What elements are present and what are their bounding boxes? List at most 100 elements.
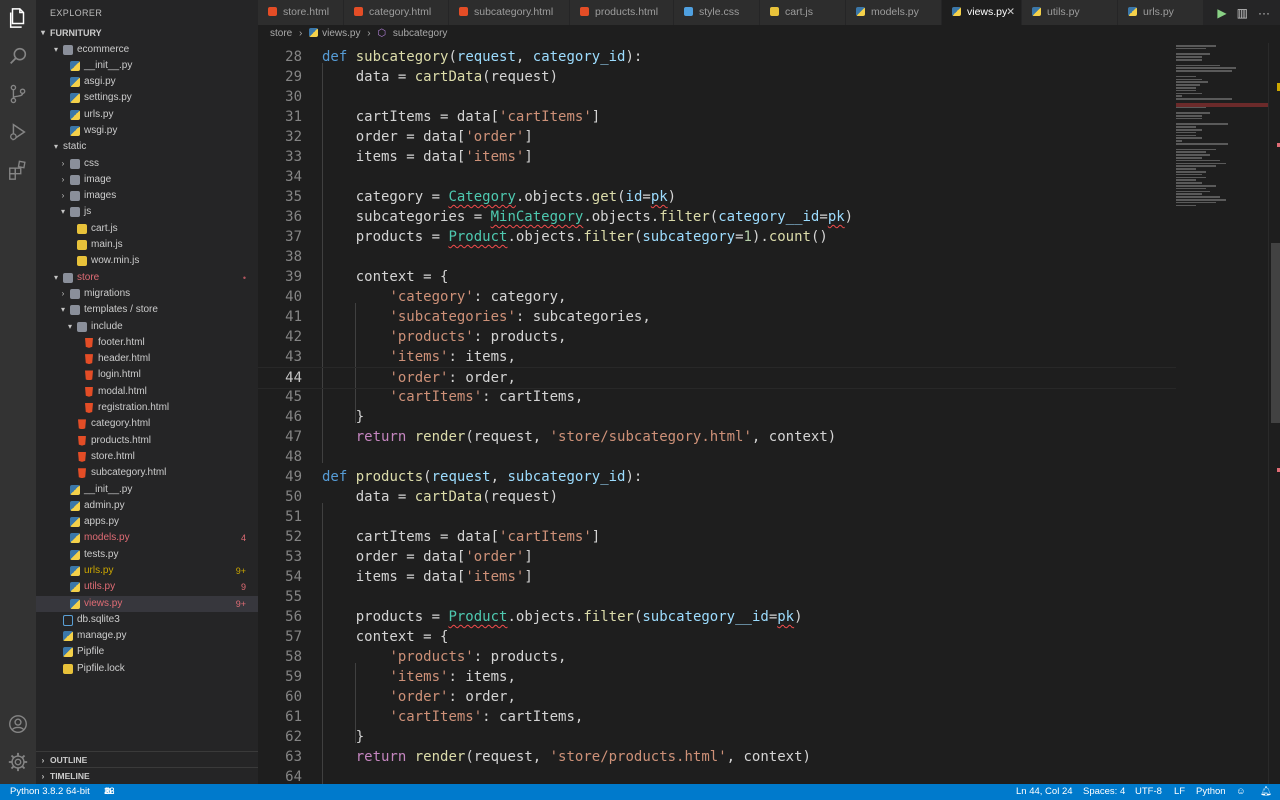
code-line[interactable]: 43 'items': items, bbox=[258, 347, 1268, 367]
code-line[interactable]: 33 items = data['items'] bbox=[258, 147, 1268, 167]
file-item[interactable]: products.html bbox=[36, 433, 258, 449]
code-line[interactable]: 35 category = Category.objects.get(id=pk… bbox=[258, 187, 1268, 207]
cursor-position[interactable]: Ln 44, Col 24 bbox=[1016, 784, 1073, 800]
editor-tab[interactable]: products.html bbox=[570, 0, 674, 25]
run-debug-icon[interactable] bbox=[6, 120, 30, 144]
code-line[interactable]: 30 bbox=[258, 87, 1268, 107]
file-item[interactable]: header.html bbox=[36, 351, 258, 367]
folder-item[interactable]: ▾ static bbox=[36, 139, 258, 155]
breadcrumb-folder[interactable]: store bbox=[270, 28, 292, 39]
folder-item[interactable]: ▾ js bbox=[36, 204, 258, 220]
file-item[interactable]: manage.py bbox=[36, 628, 258, 644]
code-line[interactable]: 64 bbox=[258, 767, 1268, 784]
feedback-icon[interactable]: ☺ bbox=[1236, 784, 1246, 800]
encoding[interactable]: UTF-8 bbox=[1135, 784, 1162, 800]
code-line[interactable]: 37 products = Product.objects.filter(sub… bbox=[258, 227, 1268, 247]
workspace-root[interactable]: ▾ FURNITURY bbox=[36, 25, 258, 41]
editor-tab[interactable]: urls.py bbox=[1118, 0, 1204, 25]
code-line[interactable]: 53 order = data['order'] bbox=[258, 547, 1268, 567]
file-item[interactable]: models.py 4 bbox=[36, 530, 258, 546]
code-line[interactable]: 36 subcategories = MinCategory.objects.f… bbox=[258, 207, 1268, 227]
code-line[interactable]: 39 context = { bbox=[258, 267, 1268, 287]
code-line[interactable]: 52 cartItems = data['cartItems'] bbox=[258, 527, 1268, 547]
file-item[interactable]: footer.html bbox=[36, 335, 258, 351]
more-actions-icon[interactable]: ··· bbox=[1258, 6, 1270, 20]
editor-tab[interactable]: subcategory.html bbox=[449, 0, 570, 25]
scrollbar-thumb[interactable] bbox=[1271, 243, 1280, 423]
notifications-bell-icon[interactable]: 🔔︎ bbox=[1260, 784, 1272, 800]
file-item[interactable]: utils.py 9 bbox=[36, 579, 258, 595]
code-line[interactable]: 62 } bbox=[258, 727, 1268, 747]
file-item[interactable]: Pipfile.lock bbox=[36, 661, 258, 677]
code-line[interactable]: 42 'products': products, bbox=[258, 327, 1268, 347]
code-line[interactable]: 38 bbox=[258, 247, 1268, 267]
file-item[interactable]: db.sqlite3 bbox=[36, 612, 258, 628]
language-mode[interactable]: Python bbox=[1196, 784, 1226, 800]
file-item[interactable]: __init__.py bbox=[36, 58, 258, 74]
folder-item[interactable]: ▾ templates / store bbox=[36, 302, 258, 318]
file-item[interactable]: cart.js bbox=[36, 221, 258, 237]
folder-item[interactable]: ▾ store • bbox=[36, 270, 258, 286]
breadcrumb-symbol[interactable]: subcategory bbox=[393, 28, 447, 39]
file-item[interactable]: settings.py bbox=[36, 90, 258, 106]
code-line[interactable]: 31 cartItems = data['cartItems'] bbox=[258, 107, 1268, 127]
editor-tab[interactable]: cart.js bbox=[760, 0, 846, 25]
code-editor[interactable]: 28 def subcategory(request, category_id):… bbox=[258, 43, 1268, 784]
code-line[interactable]: 32 order = data['order'] bbox=[258, 127, 1268, 147]
run-icon[interactable]: ▶ bbox=[1217, 6, 1226, 20]
file-item[interactable]: urls.py 9+ bbox=[36, 563, 258, 579]
code-line[interactable]: 60 'order': order, bbox=[258, 687, 1268, 707]
code-line[interactable]: 58 'products': products, bbox=[258, 647, 1268, 667]
file-item[interactable]: Pipfile bbox=[36, 644, 258, 660]
file-item[interactable]: __init__.py bbox=[36, 482, 258, 498]
code-line[interactable]: 49 def products(request, subcategory_id): bbox=[258, 467, 1268, 487]
code-line[interactable]: 54 items = data['items'] bbox=[258, 567, 1268, 587]
indentation[interactable]: Spaces: 4 bbox=[1083, 784, 1125, 800]
code-line[interactable]: 56 products = Product.objects.filter(sub… bbox=[258, 607, 1268, 627]
vertical-scrollbar[interactable] bbox=[1268, 43, 1280, 784]
code-line[interactable]: 51 bbox=[258, 507, 1268, 527]
settings-gear-icon[interactable] bbox=[6, 750, 30, 774]
breadcrumb-file[interactable]: views.py bbox=[309, 28, 361, 39]
code-line[interactable]: 63 return render(request, 'store/product… bbox=[258, 747, 1268, 767]
editor-tab[interactable]: store.html bbox=[258, 0, 344, 25]
split-editor-icon[interactable]: ▥ bbox=[1237, 6, 1248, 20]
file-item[interactable]: wsgi.py bbox=[36, 123, 258, 139]
file-item[interactable]: subcategory.html bbox=[36, 465, 258, 481]
minimap[interactable] bbox=[1176, 43, 1268, 784]
code-line[interactable]: 48 bbox=[258, 447, 1268, 467]
editor-tab[interactable]: category.html bbox=[344, 0, 449, 25]
timeline-section[interactable]: › TIMELINE bbox=[36, 767, 258, 784]
code-line[interactable]: 59 'items': items, bbox=[258, 667, 1268, 687]
python-interpreter[interactable]: Python 3.8.2 64-bit bbox=[10, 784, 90, 800]
code-line[interactable]: 41 'subcategories': subcategories, bbox=[258, 307, 1268, 327]
outline-section[interactable]: › OUTLINE bbox=[36, 751, 258, 768]
file-item[interactable]: registration.html bbox=[36, 400, 258, 416]
editor-tab[interactable]: utils.py bbox=[1022, 0, 1118, 25]
code-line[interactable]: 45 'cartItems': cartItems, bbox=[258, 387, 1268, 407]
file-item[interactable]: category.html bbox=[36, 416, 258, 432]
code-line[interactable]: 55 bbox=[258, 587, 1268, 607]
code-line[interactable]: 47 return render(request, 'store/subcate… bbox=[258, 427, 1268, 447]
code-line[interactable]: 40 'category': category, bbox=[258, 287, 1268, 307]
file-item[interactable]: main.js bbox=[36, 237, 258, 253]
folder-item[interactable]: ▾ ecommerce bbox=[36, 42, 258, 58]
code-line[interactable]: 28 def subcategory(request, category_id): bbox=[258, 47, 1268, 67]
file-item[interactable]: store.html bbox=[36, 449, 258, 465]
file-item[interactable]: asgi.py bbox=[36, 74, 258, 90]
close-icon[interactable]: ✕ bbox=[1006, 0, 1015, 25]
end-of-line[interactable]: LF bbox=[1174, 784, 1185, 800]
search-icon[interactable] bbox=[6, 44, 30, 68]
file-item[interactable]: apps.py bbox=[36, 514, 258, 530]
folder-item[interactable]: ▾ include bbox=[36, 319, 258, 335]
folder-item[interactable]: › migrations bbox=[36, 286, 258, 302]
account-icon[interactable] bbox=[6, 712, 30, 736]
editor-tab[interactable]: style.css bbox=[674, 0, 760, 25]
folder-item[interactable]: › image bbox=[36, 172, 258, 188]
code-line[interactable]: 44 'order': order, bbox=[258, 367, 1268, 389]
source-control-icon[interactable] bbox=[6, 82, 30, 106]
editor-tab[interactable]: views.py ✕ bbox=[942, 0, 1022, 25]
folder-item[interactable]: › css bbox=[36, 156, 258, 172]
explorer-files-icon[interactable] bbox=[6, 6, 30, 30]
code-line[interactable]: 34 bbox=[258, 167, 1268, 187]
